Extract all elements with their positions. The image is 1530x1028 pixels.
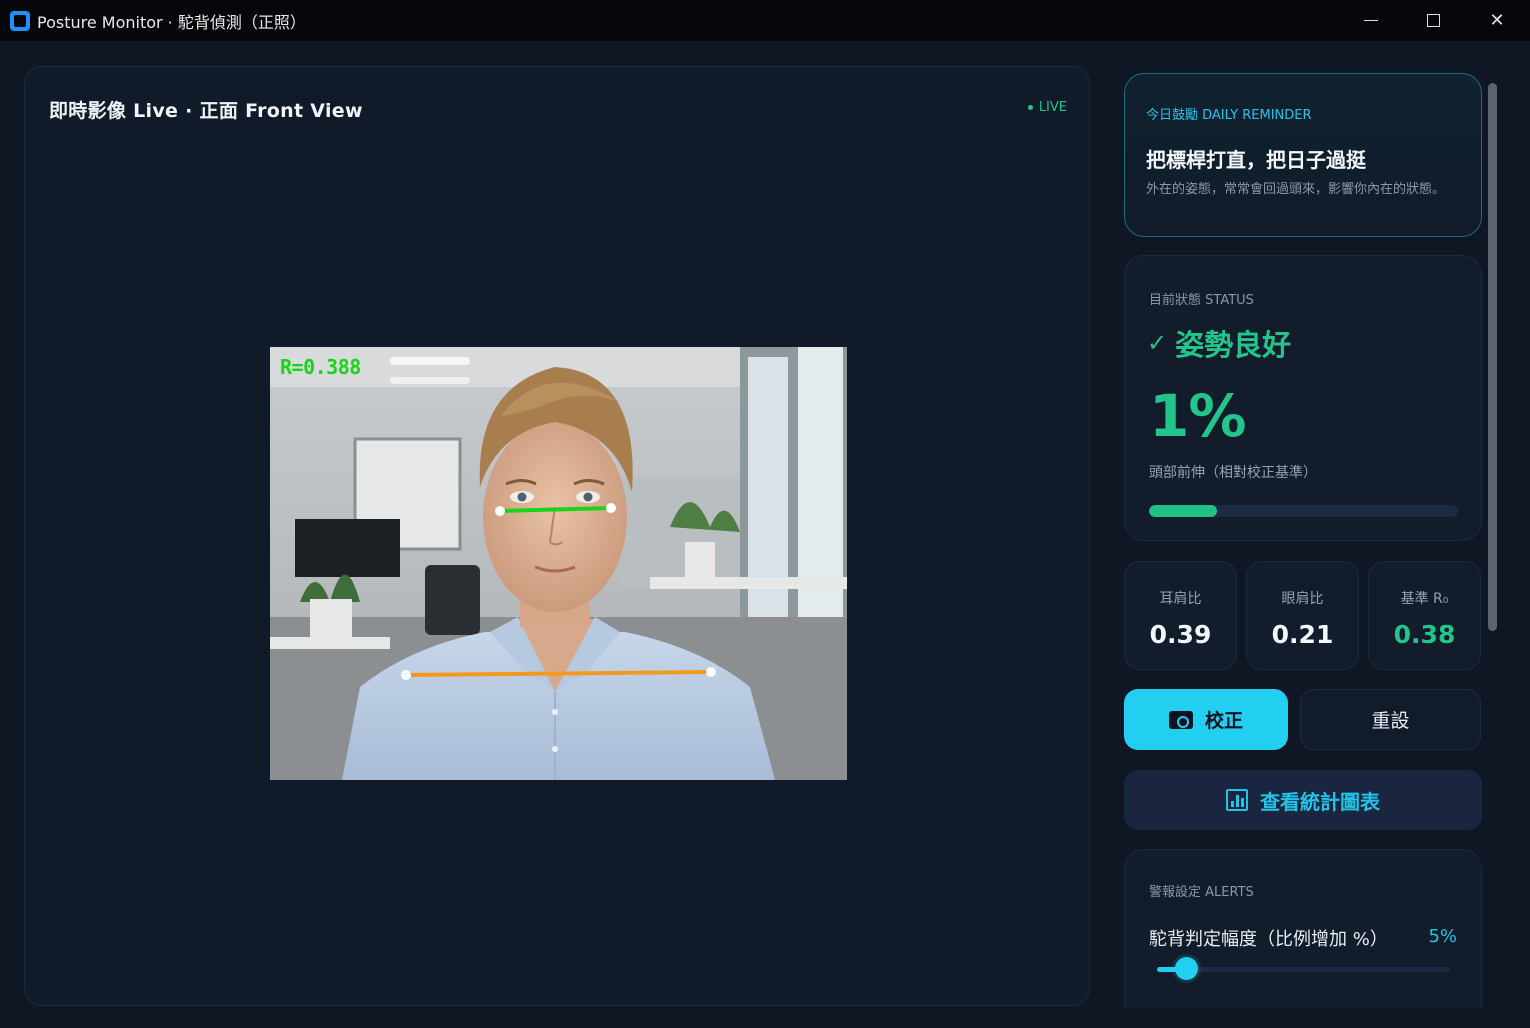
status-state: ✓ 姿勢良好 bbox=[1147, 322, 1291, 364]
metric-eye-shoulder: 眼肩比 0.21 bbox=[1246, 561, 1359, 670]
threshold-slider-track[interactable] bbox=[1157, 967, 1450, 972]
status-percent: 1% bbox=[1149, 382, 1246, 450]
check-icon: ✓ bbox=[1147, 329, 1168, 357]
camera-frame: R=0.388 bbox=[270, 347, 847, 780]
side-panel: 今日鼓勵 DAILY REMINDER 把標桿打直，把日子過挺 外在的姿態，常常… bbox=[1124, 41, 1482, 1028]
threshold-label: 駝背判定幅度（比例增加 %） bbox=[1149, 929, 1388, 950]
live-badge: LIVE bbox=[1027, 100, 1067, 115]
metric-baseline: 基準 R₀ 0.38 bbox=[1368, 561, 1481, 670]
shoulder-point-left bbox=[401, 670, 411, 680]
close-button[interactable]: ✕ bbox=[1466, 0, 1528, 41]
metric-label: 基準 R₀ bbox=[1400, 591, 1449, 607]
eye-point-left bbox=[495, 506, 505, 516]
app-icon bbox=[10, 10, 30, 31]
view-stats-label: 查看統計圖表 bbox=[1260, 789, 1380, 814]
status-progress-fill bbox=[1149, 505, 1217, 517]
minimize-icon bbox=[1364, 20, 1378, 21]
scrollbar[interactable] bbox=[1488, 83, 1497, 631]
live-dot-icon bbox=[1027, 105, 1033, 110]
reminder-title: 把標桿打直，把日子過挺 bbox=[1146, 148, 1366, 172]
maximize-icon bbox=[1426, 14, 1440, 27]
metric-value: 0.38 bbox=[1393, 620, 1456, 649]
status-card: 目前狀態 STATUS ✓ 姿勢良好 1% 頭部前伸（相對校正基準） bbox=[1124, 255, 1482, 541]
threshold-slider-thumb[interactable] bbox=[1174, 957, 1198, 980]
status-progress-bar bbox=[1149, 505, 1458, 517]
ratio-overlay: R=0.388 bbox=[280, 355, 361, 379]
metric-value: 0.21 bbox=[1271, 620, 1334, 649]
alerts-card: 警報設定 ALERTS 駝背判定幅度（比例增加 %） 5% bbox=[1124, 849, 1482, 1009]
metric-label: 眼肩比 bbox=[1281, 591, 1324, 607]
status-description: 頭部前伸（相對校正基準） bbox=[1149, 465, 1317, 481]
metric-label: 耳肩比 bbox=[1159, 591, 1202, 607]
video-title: 即時影像 Live · 正面 Front View bbox=[49, 100, 363, 122]
calibrate-label: 校正 bbox=[1204, 710, 1243, 732]
reset-label: 重設 bbox=[1371, 710, 1410, 732]
reset-button[interactable]: 重設 bbox=[1300, 689, 1481, 750]
metric-ear-shoulder: 耳肩比 0.39 bbox=[1124, 561, 1237, 670]
title-bar: Posture Monitor · 駝背偵測（正照） ✕ bbox=[0, 0, 1530, 41]
status-heading: 目前狀態 STATUS bbox=[1149, 293, 1254, 308]
threshold-value: 5% bbox=[1428, 926, 1457, 947]
live-label: LIVE bbox=[1038, 100, 1067, 115]
camera-icon bbox=[1168, 710, 1193, 729]
status-state-text: 姿勢良好 bbox=[1175, 328, 1292, 362]
reminder-heading: 今日鼓勵 DAILY REMINDER bbox=[1146, 108, 1312, 123]
video-panel: 即時影像 Live · 正面 Front View LIVE R=0.388 bbox=[24, 66, 1090, 1006]
main-area: 即時影像 Live · 正面 Front View LIVE R=0.388 今… bbox=[0, 41, 1530, 1028]
window-title: Posture Monitor · 駝背偵測（正照） bbox=[37, 12, 306, 32]
bar-chart-icon bbox=[1226, 789, 1248, 811]
close-icon: ✕ bbox=[1489, 10, 1505, 31]
eye-point-right bbox=[606, 503, 616, 513]
camera-image bbox=[270, 347, 847, 780]
reminder-body: 外在的姿態，常常會回過頭來，影響你內在的狀態。 bbox=[1146, 182, 1446, 197]
minimize-button[interactable] bbox=[1340, 0, 1402, 41]
maximize-button[interactable] bbox=[1402, 0, 1464, 41]
view-stats-button[interactable]: 查看統計圖表 bbox=[1124, 770, 1482, 830]
daily-reminder-card: 今日鼓勵 DAILY REMINDER 把標桿打直，把日子過挺 外在的姿態，常常… bbox=[1124, 73, 1482, 237]
metric-value: 0.39 bbox=[1149, 620, 1212, 649]
shoulder-point-right bbox=[706, 667, 716, 677]
calibrate-button[interactable]: 校正 bbox=[1124, 689, 1288, 750]
alerts-heading: 警報設定 ALERTS bbox=[1149, 885, 1254, 900]
